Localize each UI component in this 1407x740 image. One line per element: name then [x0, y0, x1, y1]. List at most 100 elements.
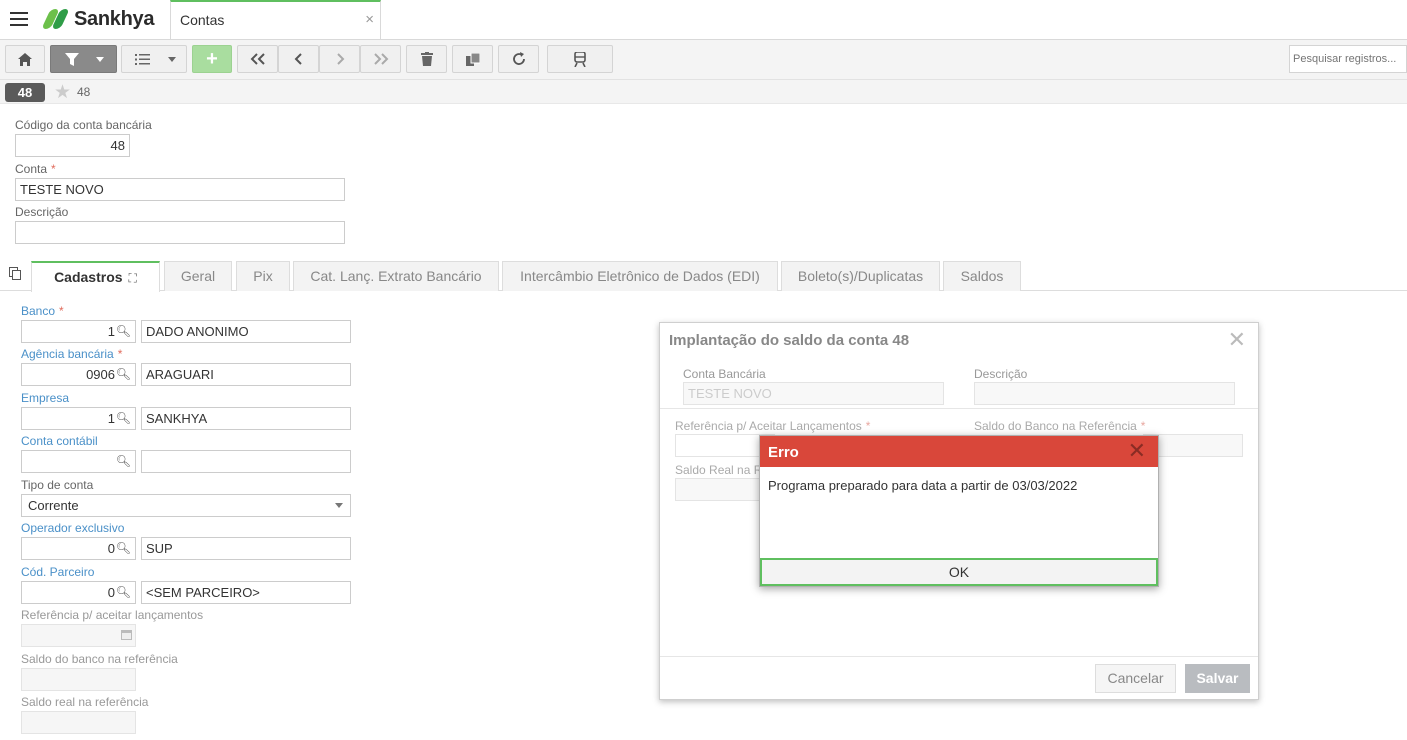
ok-button[interactable]: OK: [760, 558, 1158, 586]
search-icon[interactable]: 🔍︎: [116, 324, 131, 338]
operador-code-field[interactable]: 0 🔍︎: [21, 537, 136, 560]
search-icon[interactable]: 🔍︎: [116, 541, 131, 555]
first-record-button[interactable]: [237, 45, 278, 73]
empresa-label[interactable]: Empresa: [21, 391, 69, 405]
chevron-down-icon: [335, 503, 343, 508]
error-title: Erro: [768, 444, 799, 461]
descricao-field[interactable]: [15, 221, 345, 244]
save-button[interactable]: Salvar: [1185, 664, 1250, 693]
banco-label-text: Banco: [21, 304, 56, 318]
cancel-button[interactable]: Cancelar: [1095, 664, 1176, 693]
conta-contabil-label[interactable]: Conta contábil: [21, 434, 98, 448]
agencia-label[interactable]: Agência bancária *: [21, 347, 122, 361]
required-mark: *: [1140, 419, 1146, 433]
home-button[interactable]: [5, 45, 45, 73]
conta-contabil-code-field[interactable]: 🔍︎: [21, 450, 136, 473]
dialog-descricao-label: Descrição: [974, 367, 1028, 381]
saldo-real-label: Saldo real na referência: [21, 695, 149, 709]
tipo-conta-label: Tipo de conta: [21, 478, 94, 492]
home-icon: [18, 52, 32, 66]
copy-icon[interactable]: [9, 267, 22, 280]
tab-contas[interactable]: Contas ×: [170, 0, 381, 39]
dialog-saldo-banco-label-text: Saldo do Banco na Referência: [974, 419, 1137, 433]
toolbar: +: [0, 40, 1407, 80]
previous-record-button[interactable]: [278, 45, 319, 73]
dialog-saldo-real-label: Saldo Real na R: [675, 463, 763, 477]
record-badge: 48: [5, 83, 45, 102]
dialog-referencia-label: Referência p/ Aceitar Lançamentos *: [675, 419, 870, 433]
parceiro-code-field[interactable]: 0 🔍︎: [21, 581, 136, 604]
empresa-name-field[interactable]: SANKHYA: [141, 407, 351, 430]
conta-label-text: Conta: [15, 162, 48, 176]
dialog-referencia-label-text: Referência p/ Aceitar Lançamentos: [675, 419, 862, 433]
saldo-real-field: [21, 711, 136, 734]
dialog-conta-bancaria-field: TESTE NOVO: [683, 382, 944, 405]
refresh-button[interactable]: [498, 45, 539, 73]
tipo-conta-select[interactable]: Corrente: [21, 494, 351, 517]
tab-geral[interactable]: Geral: [164, 261, 232, 291]
next-record-button[interactable]: [319, 45, 360, 73]
required-mark: *: [59, 304, 64, 318]
required-mark: *: [865, 419, 871, 433]
tab-saldos[interactable]: Saldos: [943, 261, 1021, 291]
dialog-footer-divider: [660, 656, 1258, 657]
expand-icon[interactable]: ⛶: [129, 271, 137, 285]
error-header: Erro ✕: [760, 436, 1158, 467]
close-icon[interactable]: ✕: [1128, 438, 1146, 464]
banco-code: 1: [107, 324, 115, 339]
conta-contabil-name-field[interactable]: [141, 450, 351, 473]
agencia-code-field[interactable]: 0906 🔍︎: [21, 363, 136, 386]
tab-contas-label: Contas: [180, 12, 225, 28]
empresa-code-field[interactable]: 1 🔍︎: [21, 407, 136, 430]
search-input[interactable]: [1289, 45, 1407, 73]
double-chevron-right-icon: [373, 53, 388, 65]
duplicate-button[interactable]: [452, 45, 493, 73]
conta-field[interactable]: TESTE NOVO: [15, 178, 345, 201]
parceiro-name-field[interactable]: <SEM PARCEIRO>: [141, 581, 351, 604]
tab-edi[interactable]: Intercâmbio Eletrônico de Dados (EDI): [502, 261, 778, 291]
banco-label[interactable]: Banco *: [21, 304, 64, 318]
search-icon[interactable]: 🔍︎: [116, 367, 131, 381]
add-button[interactable]: +: [192, 45, 232, 73]
chevron-right-icon: [336, 53, 344, 65]
dialog-descricao-field: [974, 382, 1235, 405]
conta-label: Conta *: [15, 162, 56, 176]
double-chevron-left-icon: [250, 53, 265, 65]
last-record-button[interactable]: [360, 45, 401, 73]
parceiro-code: 0: [107, 585, 115, 600]
banco-name-field[interactable]: DADO ANONIMO: [141, 320, 351, 343]
menu-icon[interactable]: [10, 12, 28, 26]
star-icon[interactable]: ★: [54, 81, 71, 104]
dialog-divider: [660, 408, 1258, 409]
logo: Sankhya: [40, 7, 154, 31]
calendar-icon: [121, 630, 132, 640]
filter-icon: [65, 52, 79, 66]
agencia-label-text: Agência bancária: [21, 347, 114, 361]
agencia-name-field[interactable]: ARAGUARI: [141, 363, 351, 386]
search-icon[interactable]: 🔍︎: [116, 411, 131, 425]
train-button[interactable]: [547, 45, 613, 73]
operador-code: 0: [107, 541, 115, 556]
banco-code-field[interactable]: 1 🔍︎: [21, 320, 136, 343]
tab-cadastros-label: Cadastros: [54, 269, 123, 285]
referencia-date-field: [21, 624, 136, 647]
search-icon[interactable]: 🔍︎: [116, 454, 131, 468]
search-icon[interactable]: 🔍︎: [116, 585, 131, 599]
tab-boletos[interactable]: Boleto(s)/Duplicatas: [781, 261, 940, 291]
list-view-button[interactable]: [121, 45, 187, 73]
tab-cat-lanc-extrato[interactable]: Cat. Lanç. Extrato Bancário: [293, 261, 499, 291]
close-icon[interactable]: ✕: [1228, 327, 1246, 353]
filter-button[interactable]: [50, 45, 117, 73]
brand-name: Sankhya: [74, 7, 155, 30]
operador-name-field[interactable]: SUP: [141, 537, 351, 560]
tab-pix[interactable]: Pix: [236, 261, 290, 291]
sankhya-logo-icon: [40, 7, 70, 31]
close-tab-icon[interactable]: ×: [365, 11, 374, 28]
parceiro-label[interactable]: Cód. Parceiro: [21, 565, 94, 579]
agencia-code: 0906: [86, 367, 115, 382]
dialog-saldo-banco-label: Saldo do Banco na Referência *: [974, 419, 1145, 433]
tab-cadastros[interactable]: Cadastros ⛶: [31, 261, 160, 292]
delete-button[interactable]: [406, 45, 447, 73]
operador-label[interactable]: Operador exclusivo: [21, 521, 124, 535]
codigo-field[interactable]: 48: [15, 134, 130, 157]
